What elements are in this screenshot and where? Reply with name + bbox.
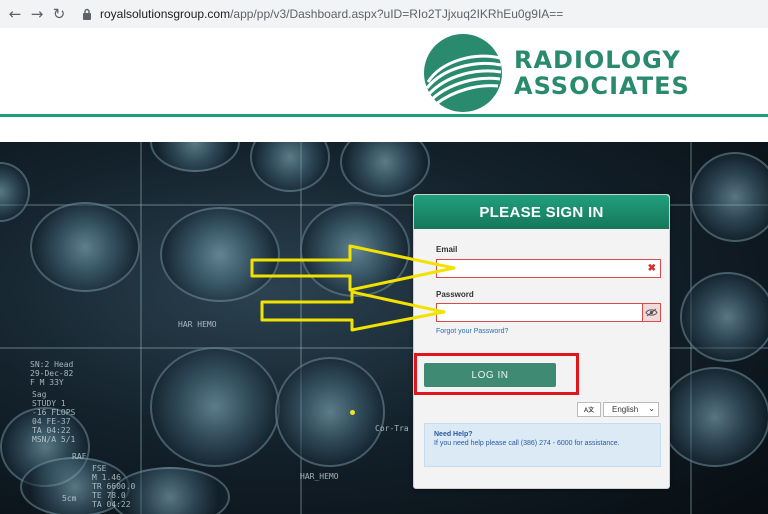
- sign-in-title: PLEASE SIGN IN: [414, 195, 669, 229]
- password-label: Password: [436, 290, 474, 299]
- lock-icon[interactable]: [80, 7, 94, 21]
- chevron-down-icon: ⌄: [648, 404, 655, 413]
- film-label: RAF: [72, 452, 87, 461]
- help-title: Need Help?: [434, 431, 473, 438]
- password-field[interactable]: [436, 303, 661, 322]
- forgot-password-link[interactable]: Forgot your Password?: [436, 328, 508, 335]
- film-label: HAR_HEMO: [300, 472, 339, 481]
- header-divider: [0, 114, 768, 117]
- arrow-left-icon[interactable]: ←: [4, 3, 26, 25]
- language-selector[interactable]: A文 English ⌄: [577, 402, 659, 417]
- brain-scan-image: [150, 347, 280, 467]
- film-label: Sag STUDY 1 -16 FLOPS 04 FE-37 TA 04:22 …: [32, 390, 76, 444]
- url-text[interactable]: royalsolutionsgroup.com/app/pp/v3/Dashbo…: [100, 7, 563, 21]
- film-label: 5cm: [62, 494, 77, 503]
- address-bar[interactable]: royalsolutionsgroup.com/app/pp/v3/Dashbo…: [80, 7, 563, 21]
- language-value: English: [612, 405, 639, 414]
- language-select[interactable]: English ⌄: [603, 402, 659, 417]
- brain-scan-image: [680, 272, 768, 362]
- logo-line2: ASSOCIATES: [514, 72, 690, 100]
- film-label: SN:2 Head 29-Dec-82 F M 33Y: [30, 360, 74, 387]
- help-text: If you need help please call (386) 274 -…: [434, 440, 620, 447]
- close-x-icon[interactable]: ✖: [648, 263, 656, 274]
- sign-in-card: PLEASE SIGN IN Email ✖ Password Forgot y…: [413, 194, 670, 489]
- brain-scan-image: [0, 162, 30, 222]
- url-host: royalsolutionsgroup.com: [100, 7, 231, 21]
- logo-line1: RADIOLOGY: [514, 46, 681, 74]
- radiology-associates-logo[interactable]: RADIOLOGY ASSOCIATES: [422, 32, 690, 114]
- film-label: FSE M 1.46 TR 6600.0 TE 78.0 TA 04:22: [92, 464, 136, 509]
- browser-toolbar: ← → ↻ royalsolutionsgroup.com/app/pp/v3/…: [0, 0, 768, 28]
- arrow-right-icon[interactable]: →: [26, 3, 48, 25]
- reload-icon[interactable]: ↻: [48, 3, 70, 25]
- brain-scan-image: [250, 142, 330, 192]
- yellow-dot-marker: [350, 410, 355, 415]
- email-field[interactable]: ✖: [436, 259, 661, 278]
- film-label: Cor-Tra: [375, 424, 409, 433]
- eye-slash-icon[interactable]: [642, 303, 661, 322]
- translate-icon: A文: [577, 402, 601, 417]
- brain-scan-image: [275, 357, 385, 467]
- film-divider: [140, 142, 142, 514]
- film-label: HAR HEMO: [178, 320, 217, 329]
- help-box: Need Help? If you need help please call …: [424, 423, 661, 467]
- url-path: /app/pp/v3/Dashboard.aspx?uID=RIo2TJjxuq…: [230, 7, 564, 21]
- brain-scan-image: [160, 207, 280, 302]
- logo-wordmark: RADIOLOGY ASSOCIATES: [514, 47, 690, 99]
- login-highlight-box: [414, 353, 579, 395]
- brain-scan-image: [150, 142, 240, 172]
- brain-scan-image: [30, 202, 140, 292]
- email-label: Email: [436, 245, 458, 254]
- logo-mark-icon: [424, 34, 502, 112]
- brain-scan-image: [690, 152, 768, 242]
- brain-scan-image: [300, 202, 410, 297]
- site-header: RADIOLOGY ASSOCIATES: [0, 28, 768, 114]
- brain-scan-image: [340, 142, 430, 197]
- brain-scan-image: [660, 367, 768, 467]
